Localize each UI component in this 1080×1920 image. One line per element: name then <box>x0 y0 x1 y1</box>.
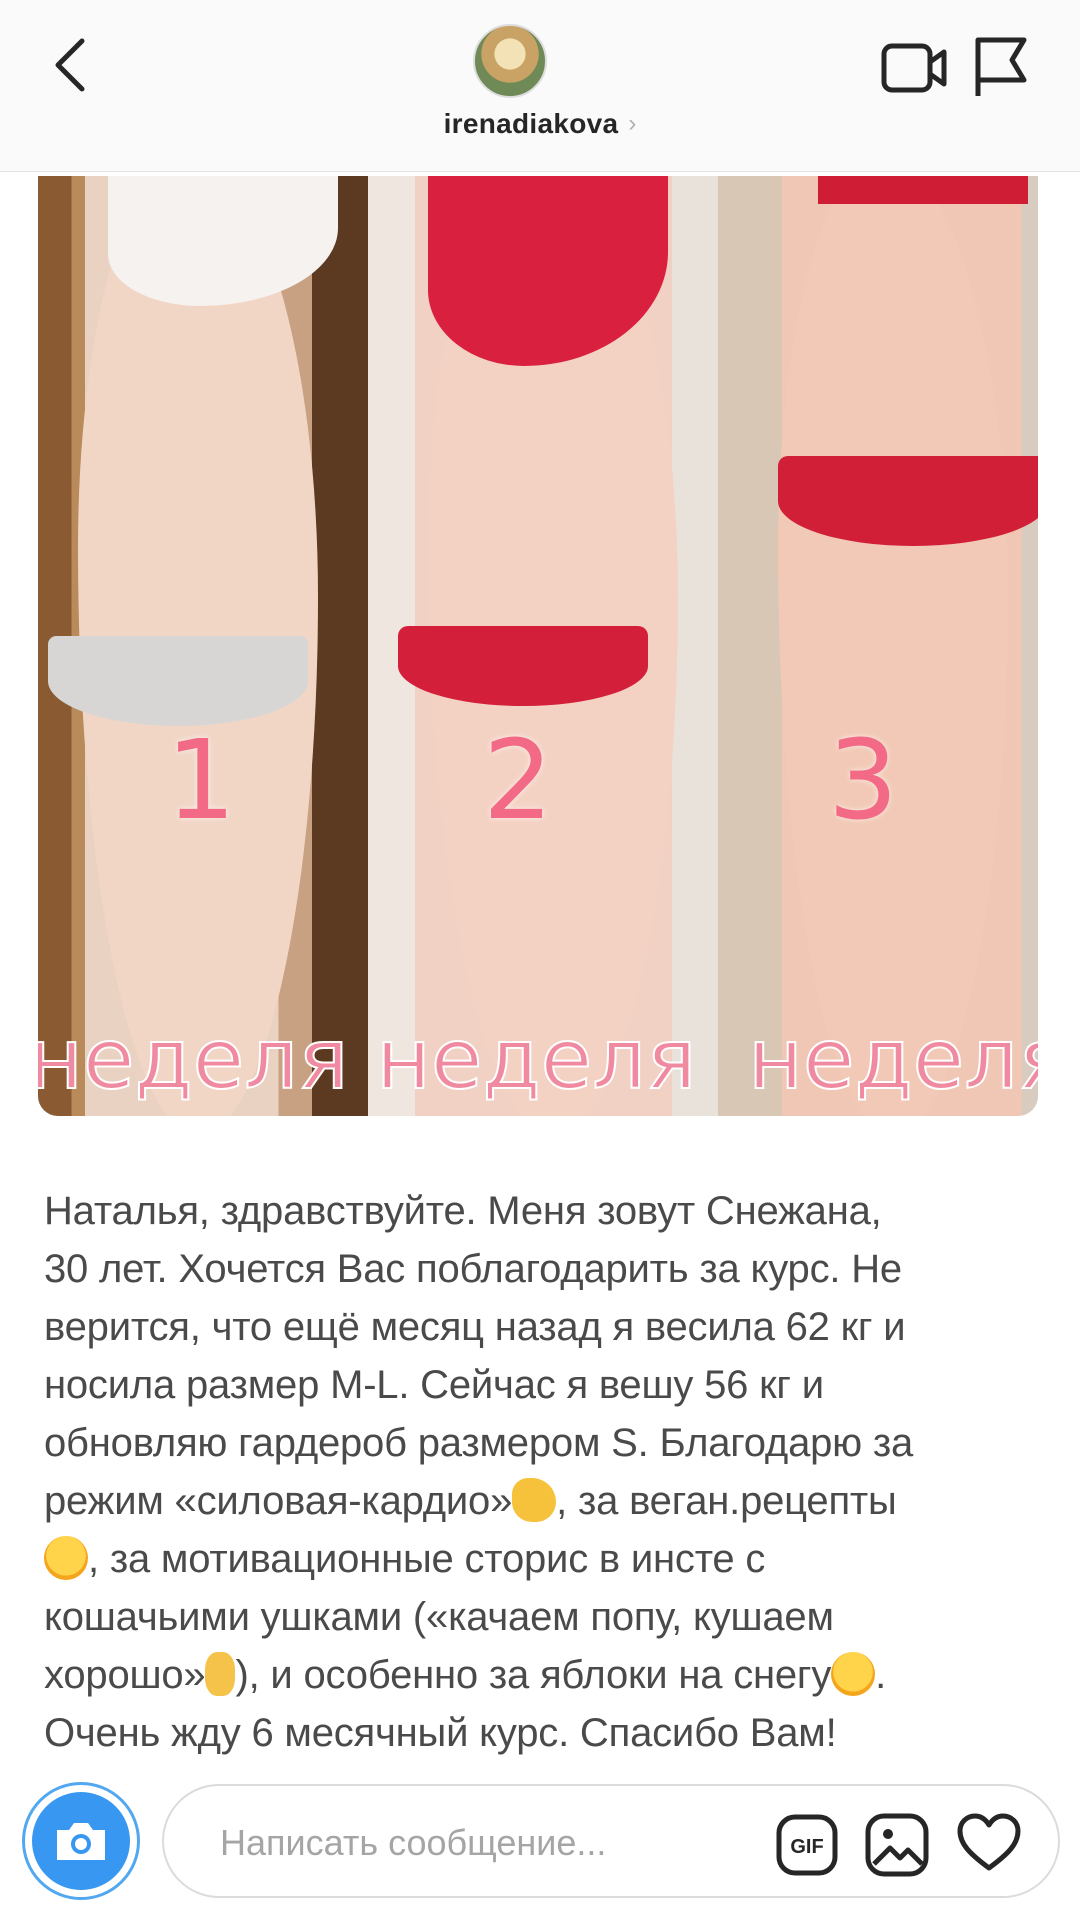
caption-text: режим «силовая-кардио» <box>44 1479 513 1523</box>
report-button[interactable] <box>970 34 1030 100</box>
caption-text: ), и особенно за яблоки на снегу <box>235 1653 832 1697</box>
red-bottom <box>398 626 648 706</box>
caption-text: хорошо» <box>44 1653 206 1697</box>
caption-line: Наталья, здравствуйте. Меня зовут Снежан… <box>44 1189 882 1233</box>
week-number: 3 <box>828 716 898 844</box>
caption-text: Очень жду 6 месячный курс. Спасибо Вам <box>44 1711 826 1755</box>
shared-post-image[interactable]: 1 неделя 2 неделя 3 неделя <box>38 176 1038 1116</box>
chat-header: irenadiakova › <box>0 0 1080 172</box>
gif-label: GIF <box>790 1836 823 1858</box>
message-input[interactable] <box>220 1816 700 1870</box>
camera-icon <box>57 1823 105 1860</box>
gif-button[interactable]: GIF <box>776 1814 838 1876</box>
week-number: 1 <box>166 716 236 844</box>
video-call-button[interactable] <box>880 38 950 98</box>
gallery-icon <box>865 1813 929 1877</box>
caption-line: кошачьими ушками («качаем попу, кушаем <box>44 1595 834 1639</box>
message-field-container: GIF <box>162 1784 1060 1898</box>
like-button[interactable] <box>956 1812 1022 1874</box>
photo-panel-week-2: 2 неделя <box>368 176 758 1116</box>
caption-line: обновляю гардероб размером S. Благодарю … <box>44 1421 914 1465</box>
username-link[interactable]: irenadiakova › <box>0 108 1080 140</box>
photo-panel-week-1: 1 неделя <box>38 176 372 1116</box>
caption-line: Очень жду 6 месячный курс. Спасибо Вам! <box>44 1704 1044 1762</box>
username[interactable]: irenadiakova <box>444 108 619 140</box>
grinning-face-icon <box>831 1652 876 1696</box>
video-camera-icon <box>881 43 947 93</box>
body-silhouette <box>778 176 1008 1116</box>
camera-button-fill <box>32 1792 130 1890</box>
heart-icon <box>957 1813 1021 1871</box>
slightly-frowning-face-icon <box>44 1536 88 1580</box>
caption-line: хорошо» ), и особенно за яблоки на снегу. <box>44 1646 1044 1704</box>
caption-line: 30 лет. Хочется Вас поблагодарить за кур… <box>44 1247 902 1291</box>
caption-text: . <box>875 1653 887 1697</box>
week-label: неделя <box>38 1009 350 1109</box>
week-number: 2 <box>483 716 553 844</box>
white-bottom <box>48 636 308 726</box>
index-pointing-up-icon <box>205 1652 236 1696</box>
caption-line: , за мотивационные сторис в инсте с <box>44 1530 1044 1588</box>
chevron-right-icon: › <box>628 110 637 137</box>
back-button[interactable] <box>40 30 100 100</box>
red-bottom <box>778 456 1038 546</box>
gallery-button[interactable] <box>864 1812 930 1878</box>
white-top <box>108 176 338 306</box>
flexed-biceps-icon <box>512 1478 557 1522</box>
post-caption: Наталья, здравствуйте. Меня зовут Снежан… <box>44 1182 1044 1762</box>
camera-button[interactable] <box>22 1782 140 1900</box>
caption-text: , за мотивационные сторис в инсте с <box>88 1537 766 1581</box>
photo-panel-week-3: 3 неделя <box>718 176 1038 1116</box>
caption-line: верится, что ещё месяц назад я весила 62… <box>44 1305 906 1349</box>
red-top <box>818 176 1028 204</box>
message-composer: GIF <box>22 1780 1062 1900</box>
caption-text: , за веган.рецепты <box>556 1479 897 1523</box>
avatar[interactable] <box>473 24 547 98</box>
flag-icon <box>975 37 1027 96</box>
caption-text: ! <box>825 1711 837 1755</box>
week-label: неделя <box>747 1009 1038 1109</box>
caption-line: носила размер M-L. Сейчас я вешу 56 кг и <box>44 1363 824 1407</box>
gif-icon: GIF <box>776 1814 838 1876</box>
chevron-left-icon <box>55 38 85 92</box>
week-label: неделя <box>375 1009 698 1109</box>
caption-line: режим «силовая-кардио» , за веган.рецепты <box>44 1472 1044 1530</box>
